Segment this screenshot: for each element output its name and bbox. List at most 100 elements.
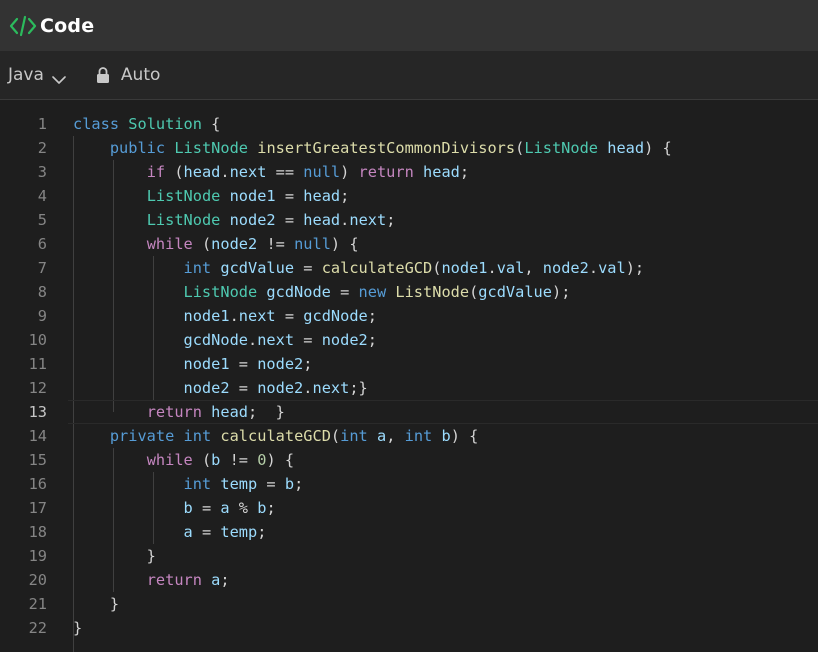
code-token: temp xyxy=(220,475,258,493)
code-text[interactable]: a = temp; xyxy=(73,520,267,544)
code-line[interactable]: 22} xyxy=(0,616,818,640)
code-token: = xyxy=(192,523,221,541)
code-token: ListNode xyxy=(183,283,258,301)
code-text[interactable]: return head; } xyxy=(73,400,285,424)
code-text[interactable]: if (head.next == null) return head; xyxy=(73,160,469,184)
code-line[interactable]: 16 int temp = b; xyxy=(0,472,818,496)
code-token: = xyxy=(275,307,304,325)
code-token: . xyxy=(247,331,258,349)
line-number: 10 xyxy=(28,331,47,349)
code-token: ListNode xyxy=(174,139,249,157)
code-token: null xyxy=(303,163,341,181)
code-line[interactable]: 7 int gcdValue = calculateGCD(node1.val,… xyxy=(0,256,818,280)
code-line[interactable]: 8 ListNode gcdNode = new ListNode(gcdVal… xyxy=(0,280,818,304)
code-text[interactable]: node1 = node2; xyxy=(73,352,313,376)
code-line[interactable]: 21 } xyxy=(0,592,818,616)
code-token: class xyxy=(73,115,120,133)
line-number: 18 xyxy=(28,523,47,541)
code-line[interactable]: 12 node2 = node2.next;} xyxy=(0,376,818,400)
code-text[interactable]: int temp = b; xyxy=(73,472,304,496)
code-token: ; xyxy=(367,307,377,325)
line-number: 20 xyxy=(28,571,47,589)
code-text[interactable]: int gcdValue = calculateGCD(node1.val, n… xyxy=(73,256,645,280)
code-token: a xyxy=(183,523,193,541)
code-text[interactable]: return a; xyxy=(73,568,230,592)
code-text[interactable]: ListNode node1 = head; xyxy=(73,184,350,208)
code-text[interactable]: node2 = node2.next;} xyxy=(73,376,368,400)
code-line[interactable]: 15 while (b != 0) { xyxy=(0,448,818,472)
code-text[interactable]: public ListNode insertGreatestCommonDivi… xyxy=(73,136,672,160)
code-text[interactable]: ListNode node2 = head.next; xyxy=(73,208,396,232)
line-number: 8 xyxy=(37,283,47,301)
code-token: node2 xyxy=(229,211,276,229)
code-token: ListNode xyxy=(146,187,221,205)
line-number: 14 xyxy=(28,427,47,445)
code-text[interactable]: gcdNode.next = node2; xyxy=(73,328,377,352)
code-token: } xyxy=(73,547,156,565)
code-line[interactable]: 5 ListNode node2 = head.next; xyxy=(0,208,818,232)
language-selector[interactable]: Java xyxy=(8,65,66,85)
title-bar: Code xyxy=(0,0,818,51)
code-token: gcdValue xyxy=(220,259,295,277)
code-token: ( xyxy=(330,427,341,445)
code-token: ;} xyxy=(349,379,368,397)
code-text[interactable]: class Solution { xyxy=(73,112,220,136)
code-token: head xyxy=(183,163,221,181)
code-token: != xyxy=(257,235,295,253)
code-line[interactable]: 20 return a; xyxy=(0,568,818,592)
code-token: ; xyxy=(294,475,304,493)
code-token: node1 xyxy=(183,355,230,373)
code-editor[interactable]: 1 class Solution {2 public ListNode inser… xyxy=(0,100,818,652)
auto-mode-toggle[interactable]: Auto xyxy=(96,65,160,85)
code-text[interactable]: } xyxy=(73,592,119,616)
code-text[interactable]: private int calculateGCD(int a, int b) { xyxy=(73,424,479,448)
code-token: head xyxy=(303,187,341,205)
code-text[interactable]: node1.next = gcdNode; xyxy=(73,304,377,328)
code-text[interactable]: ListNode gcdNode = new ListNode(gcdValue… xyxy=(73,280,571,304)
code-token: ; xyxy=(257,523,267,541)
mode-label: Auto xyxy=(120,65,161,85)
code-token: = xyxy=(192,499,221,517)
code-line[interactable]: 13 return head; } xyxy=(0,400,818,424)
code-token: } xyxy=(73,595,120,613)
code-line[interactable]: 4 ListNode node1 = head; xyxy=(0,184,818,208)
code-token: ; xyxy=(459,163,470,181)
code-text[interactable]: while (node2 != null) { xyxy=(73,232,359,256)
code-token: = xyxy=(229,355,258,373)
code-token: { xyxy=(201,115,221,133)
code-token: next xyxy=(257,331,295,349)
code-line[interactable]: 14 private int calculateGCD(int a, int b… xyxy=(0,424,818,448)
code-line[interactable]: 19 } xyxy=(0,544,818,568)
code-token: new xyxy=(358,283,387,301)
code-brackets-icon xyxy=(9,14,37,38)
code-line[interactable]: 18 a = temp; xyxy=(0,520,818,544)
line-number: 11 xyxy=(28,355,47,373)
code-line[interactable]: 1 class Solution { xyxy=(0,112,818,136)
code-token: b xyxy=(441,427,451,445)
code-line[interactable]: 11 node1 = node2; xyxy=(0,352,818,376)
code-line[interactable]: 6 while (node2 != null) { xyxy=(0,232,818,256)
code-text[interactable]: } xyxy=(73,616,82,640)
code-line[interactable]: 10 gcdNode.next = node2; xyxy=(0,328,818,352)
line-number: 17 xyxy=(28,499,47,517)
code-token: if xyxy=(146,163,166,181)
code-token: node2 xyxy=(183,379,230,397)
code-text[interactable]: b = a % b; xyxy=(73,496,276,520)
code-line[interactable]: 2 public ListNode insertGreatestCommonDi… xyxy=(0,136,818,160)
code-token: return xyxy=(358,163,414,181)
code-line[interactable]: 17 b = a % b; xyxy=(0,496,818,520)
code-text[interactable]: while (b != 0) { xyxy=(73,448,294,472)
code-line[interactable]: 3 if (head.next == null) return head; xyxy=(0,160,818,184)
code-text[interactable]: } xyxy=(73,544,156,568)
line-number: 21 xyxy=(28,595,47,613)
code-line[interactable]: 9 node1.next = gcdNode; xyxy=(0,304,818,328)
